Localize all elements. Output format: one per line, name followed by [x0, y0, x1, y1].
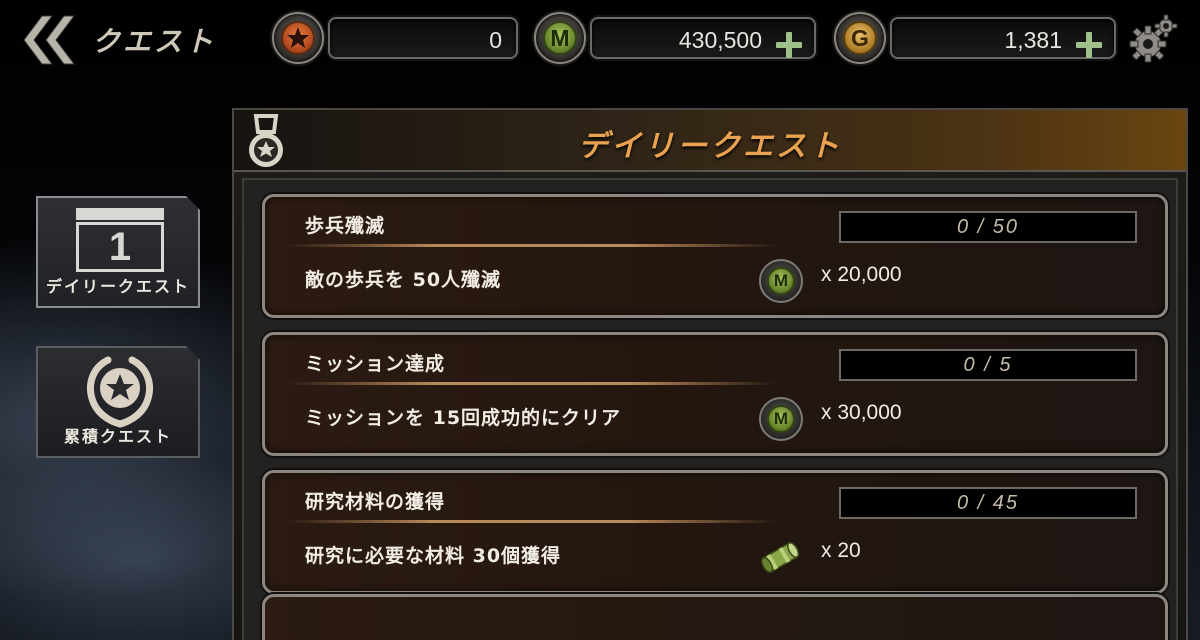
g-coin: G: [834, 12, 886, 64]
currency-g: G 1,381: [834, 12, 1120, 64]
star-coin: [272, 12, 324, 64]
quest-list: 歩兵殲滅 敵の歩兵を 50人殲滅 0 / 50 M x 20,000 ミッション…: [242, 178, 1178, 640]
panel-title: デイリークエスト: [578, 129, 842, 164]
quest-description: 敵の歩兵を 50人殲滅: [305, 269, 502, 291]
screen-title: クエスト: [92, 25, 217, 58]
m-coin: M: [534, 12, 586, 64]
quest-reward-amount: x 20,000: [821, 263, 902, 286]
back-button[interactable]: [22, 14, 80, 66]
g-value: 1,381: [1004, 27, 1062, 53]
quest-item-partial: [262, 594, 1168, 640]
quest-reward-amount: x 20: [821, 539, 861, 562]
quest-name: 歩兵殲滅: [305, 215, 386, 237]
tab-cumulative-quest-label: 累積クエスト: [63, 427, 172, 446]
quest-reward-amount: x 30,000: [821, 401, 902, 424]
star-value: 0: [489, 27, 502, 53]
currency-m: M 430,500: [534, 12, 820, 64]
settings-button[interactable]: [1128, 14, 1178, 64]
quest-description: ミッションを 15回成功的にクリア: [305, 407, 622, 429]
tab-daily-quest-label: デイリークエスト: [45, 277, 190, 296]
quest-name: ミッション達成: [305, 353, 446, 375]
quest-progress-bar: 0 / 50: [839, 211, 1137, 243]
quest-progress-text: 0 / 5: [963, 354, 1013, 376]
quest-item: 研究材料の獲得 研究に必要な材料 30個獲得 0 / 45 x 20: [262, 470, 1168, 594]
calendar-icon: 1: [76, 208, 164, 272]
quest-item: 歩兵殲滅 敵の歩兵を 50人殲滅 0 / 50 M x 20,000: [262, 194, 1168, 318]
star-icon: [281, 21, 315, 55]
tab-daily-quest[interactable]: 1 デイリークエスト: [36, 196, 200, 308]
m-value: 430,500: [678, 27, 762, 53]
double-chevron-left-icon: [23, 15, 75, 65]
add-g-button[interactable]: [1076, 32, 1102, 58]
quest-panel: デイリークエスト 歩兵殲滅 敵の歩兵を 50人殲滅 0 / 50 M x 20,…: [232, 108, 1188, 640]
quest-progress-text: 0 / 50: [956, 216, 1020, 238]
quest-description: 研究に必要な材料 30個獲得: [305, 545, 562, 567]
m-coin-icon: M: [759, 397, 803, 441]
quest-item: ミッション達成 ミッションを 15回成功的にクリア 0 / 5 M x 30,0…: [262, 332, 1168, 456]
quest-name: 研究材料の獲得: [305, 491, 446, 513]
calendar-day: 1: [76, 222, 164, 272]
quest-progress-bar: 0 / 5: [839, 349, 1137, 381]
panel-header: デイリークエスト: [234, 110, 1186, 172]
g-value-field: 1,381: [890, 17, 1116, 59]
g-coin-icon: G: [843, 21, 877, 55]
m-coin-icon: M: [543, 21, 577, 55]
tab-cumulative-quest[interactable]: 累積クエスト: [36, 346, 200, 458]
star-value-field: 0: [328, 17, 518, 59]
quest-progress-bar: 0 / 45: [839, 487, 1137, 519]
laurel-star-icon: [87, 356, 153, 428]
currency-star: 0: [272, 12, 520, 64]
material-cylinder-icon: [761, 542, 800, 573]
m-coin-icon: M: [759, 259, 803, 303]
m-value-field: 430,500: [590, 17, 816, 59]
gear-icon: [1129, 14, 1178, 63]
quest-progress-text: 0 / 45: [956, 492, 1020, 514]
add-m-button[interactable]: [776, 32, 802, 58]
